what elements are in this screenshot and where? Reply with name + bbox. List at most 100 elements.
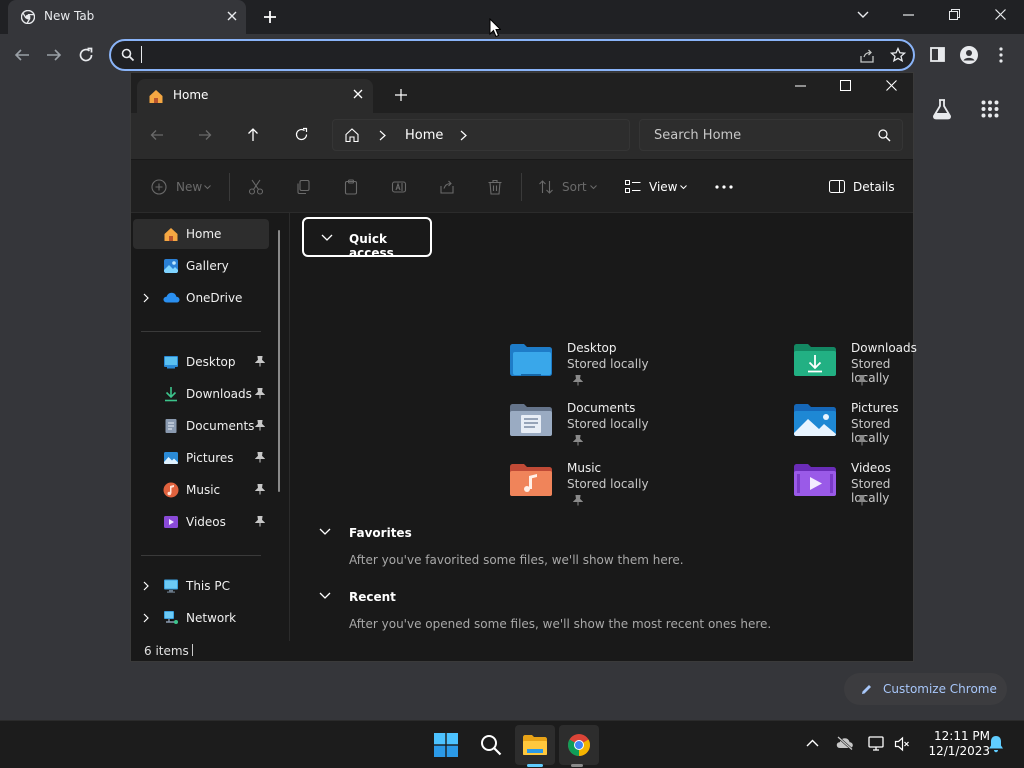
taskbar-chrome[interactable] xyxy=(559,725,599,765)
sort-button-label[interactable]: Sort xyxy=(562,180,587,194)
download-icon xyxy=(163,386,179,402)
chrome-forward-icon[interactable] xyxy=(46,47,62,63)
chrome-menu-icon[interactable] xyxy=(999,47,1003,63)
quick-access-videos[interactable]: Videos Stored locally xyxy=(793,461,903,509)
details-button-label[interactable]: Details xyxy=(853,180,895,194)
quick-access-pictures[interactable]: Pictures Stored locally xyxy=(793,401,903,449)
search-icon xyxy=(878,129,891,142)
labs-flask-icon[interactable] xyxy=(931,98,953,120)
chrome-tab-title: New Tab xyxy=(44,9,95,23)
notification-bell-icon[interactable] xyxy=(988,735,1004,753)
address-home-icon[interactable] xyxy=(344,127,360,143)
chrome-minimize-icon[interactable] xyxy=(903,14,914,16)
nav-item-this-pc[interactable]: This PC xyxy=(133,571,269,601)
explorer-close-icon[interactable] xyxy=(886,80,897,91)
profile-icon[interactable] xyxy=(960,46,978,64)
quick-access-music[interactable]: Music Stored locally xyxy=(509,461,759,509)
share-icon[interactable] xyxy=(859,48,875,64)
breadcrumb-chevron-icon[interactable] xyxy=(379,130,386,141)
chrome-close-icon[interactable] xyxy=(995,9,1006,20)
chrome-back-icon[interactable] xyxy=(14,47,30,63)
collapse-chevron-icon xyxy=(319,528,331,535)
breadcrumb-home[interactable]: Home xyxy=(405,128,443,143)
pin-icon[interactable] xyxy=(255,388,265,399)
delete-icon[interactable] xyxy=(487,179,503,195)
explorer-refresh-icon[interactable] xyxy=(294,127,309,142)
chrome-omnibox[interactable] xyxy=(109,39,915,71)
explorer-tab-home[interactable]: Home xyxy=(137,79,373,113)
bookmark-star-icon[interactable] xyxy=(890,47,906,63)
explorer-tab-close-icon[interactable] xyxy=(353,89,363,99)
chrome-tab-new-tab[interactable]: New Tab xyxy=(8,0,246,34)
quick-access-desktop[interactable]: Desktop Stored locally xyxy=(509,341,759,389)
google-apps-icon[interactable] xyxy=(981,100,999,118)
nav-item-videos[interactable]: Videos xyxy=(133,507,269,537)
customize-chrome-button[interactable]: Customize Chrome xyxy=(844,673,1007,705)
pin-icon[interactable] xyxy=(255,484,265,495)
omnibox-search-icon xyxy=(121,48,135,62)
expand-chevron-icon[interactable] xyxy=(143,293,149,303)
side-panel-icon[interactable] xyxy=(930,47,945,62)
explorer-new-tab-icon[interactable] xyxy=(395,89,407,101)
explorer-maximize-icon[interactable] xyxy=(840,80,851,91)
videos-icon xyxy=(163,514,179,530)
recent-header[interactable]: Recent xyxy=(309,581,509,609)
nav-item-gallery[interactable]: Gallery xyxy=(133,251,269,281)
nav-label: Desktop xyxy=(186,355,236,369)
quick-access-downloads[interactable]: Downloads Stored locally xyxy=(793,341,917,389)
pin-icon[interactable] xyxy=(255,452,265,463)
explorer-up-icon[interactable] xyxy=(246,127,260,142)
nav-item-onedrive[interactable]: OneDrive xyxy=(133,283,269,313)
nav-item-desktop[interactable]: Desktop xyxy=(133,347,269,377)
explorer-forward-icon[interactable] xyxy=(198,128,212,142)
rename-icon[interactable] xyxy=(391,179,407,195)
copy-icon[interactable] xyxy=(295,179,311,195)
mouse-cursor-icon xyxy=(489,18,501,38)
pictures-folder-icon xyxy=(793,403,837,437)
more-options-icon[interactable] xyxy=(715,185,733,189)
system-clock[interactable]: 12:11 PM 12/1/2023 xyxy=(920,729,990,759)
onedrive-offline-icon[interactable] xyxy=(836,736,854,750)
chrome-reload-icon[interactable] xyxy=(78,47,94,63)
explorer-minimize-icon[interactable] xyxy=(795,85,806,87)
nav-label: Gallery xyxy=(186,259,229,273)
taskbar-search-button[interactable] xyxy=(471,725,511,765)
expand-chevron-icon[interactable] xyxy=(143,613,149,623)
file-explorer-window: Home Home Search Home New Sort View Deta… xyxy=(130,72,917,662)
quick-access-header[interactable]: Quick access xyxy=(302,217,432,260)
windows-logo-icon xyxy=(434,733,458,757)
paste-icon[interactable] xyxy=(343,179,359,195)
favorites-header[interactable]: Favorites xyxy=(309,517,509,545)
network-status-icon[interactable] xyxy=(868,736,886,752)
chrome-restore-icon[interactable] xyxy=(949,9,960,20)
breadcrumb-chevron-icon[interactable] xyxy=(460,130,467,141)
nav-item-music[interactable]: Music xyxy=(133,475,269,505)
pane-splitter[interactable] xyxy=(289,213,290,641)
nav-item-pictures[interactable]: Pictures xyxy=(133,443,269,473)
nav-item-network[interactable]: Network xyxy=(133,603,269,633)
nav-item-documents[interactable]: Documents xyxy=(133,411,269,441)
chrome-tab-close-icon[interactable] xyxy=(227,11,237,21)
explorer-back-icon[interactable] xyxy=(150,128,164,142)
pin-icon[interactable] xyxy=(255,356,265,367)
share-file-icon[interactable] xyxy=(439,179,455,195)
address-bar[interactable]: Home xyxy=(332,119,630,151)
nav-item-downloads[interactable]: Downloads xyxy=(133,379,269,409)
view-button-label[interactable]: View xyxy=(649,180,677,194)
expand-chevron-icon[interactable] xyxy=(143,581,149,591)
explorer-search-box[interactable]: Search Home xyxy=(639,119,903,151)
pin-icon[interactable] xyxy=(255,516,265,527)
nav-item-home[interactable]: Home xyxy=(133,219,269,249)
volume-muted-icon[interactable] xyxy=(894,736,910,752)
chrome-new-tab-icon[interactable] xyxy=(263,10,277,24)
cut-icon[interactable] xyxy=(248,179,264,195)
show-hidden-icons-icon[interactable] xyxy=(806,739,819,747)
taskbar-file-explorer[interactable] xyxy=(515,725,555,765)
chrome-tab-search-icon[interactable] xyxy=(857,11,869,19)
pin-icon[interactable] xyxy=(255,420,265,431)
navigation-pane-scrollbar[interactable] xyxy=(278,230,280,492)
new-button-label[interactable]: New xyxy=(176,180,202,194)
quick-access-documents[interactable]: Documents Stored locally xyxy=(509,401,759,449)
start-button[interactable] xyxy=(426,725,466,765)
omnibox-caret xyxy=(141,46,142,63)
